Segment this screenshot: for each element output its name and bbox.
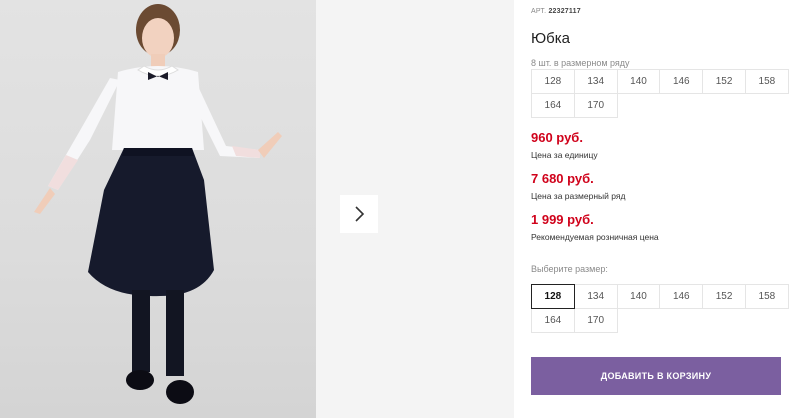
pack-size-cell: 158 — [744, 69, 789, 94]
pack-price: 7 680 руб. — [531, 171, 594, 186]
unit-price: 960 руб. — [531, 130, 583, 145]
gallery-next-button[interactable] — [340, 195, 378, 233]
product-title: Юбка — [531, 30, 570, 47]
pack-hint: 8 шт. в размерном ряду — [531, 58, 630, 68]
product-photo — [0, 0, 316, 418]
product-info-panel: АРТ. 22327117 Юбка 8 шт. в размерном ряд… — [531, 0, 791, 418]
pack-size-cell: 146 — [659, 69, 704, 94]
size-option[interactable]: 158 — [744, 284, 789, 309]
size-option[interactable]: 140 — [616, 284, 661, 309]
pack-size-cell: 164 — [531, 93, 575, 118]
size-picker-label: Выберите размер: — [531, 264, 608, 274]
retail-price: 1 999 руб. — [531, 212, 594, 227]
retail-price-label: Рекомендуемая розничная цена — [531, 232, 659, 242]
pack-size-cell: 170 — [573, 93, 618, 118]
pack-price-label: Цена за размерный ряд — [531, 191, 626, 201]
size-option[interactable]: 146 — [659, 284, 704, 309]
girl-in-skirt-image — [34, 4, 282, 404]
chevron-right-icon — [355, 206, 365, 222]
size-option[interactable]: 152 — [702, 284, 746, 309]
pack-size-cell: 134 — [573, 69, 618, 94]
pack-size-cell: 140 — [616, 69, 661, 94]
pack-size-cell: 152 — [702, 69, 746, 94]
pack-sizes-grid: 128 134 140 146 152 158 164 170 — [531, 69, 789, 118]
size-picker-grid: 128 134 140 146 152 158 164 170 — [531, 284, 789, 333]
size-option-selected[interactable]: 128 — [531, 284, 575, 309]
size-option[interactable]: 134 — [573, 284, 618, 309]
unit-price-label: Цена за единицу — [531, 150, 598, 160]
size-option[interactable]: 170 — [573, 308, 618, 333]
add-to-cart-button[interactable]: ДОБАВИТЬ В КОРЗИНУ — [531, 357, 781, 395]
article-number: АРТ. 22327117 — [531, 8, 581, 15]
size-option[interactable]: 164 — [531, 308, 575, 333]
pack-size-cell: 128 — [531, 69, 575, 94]
